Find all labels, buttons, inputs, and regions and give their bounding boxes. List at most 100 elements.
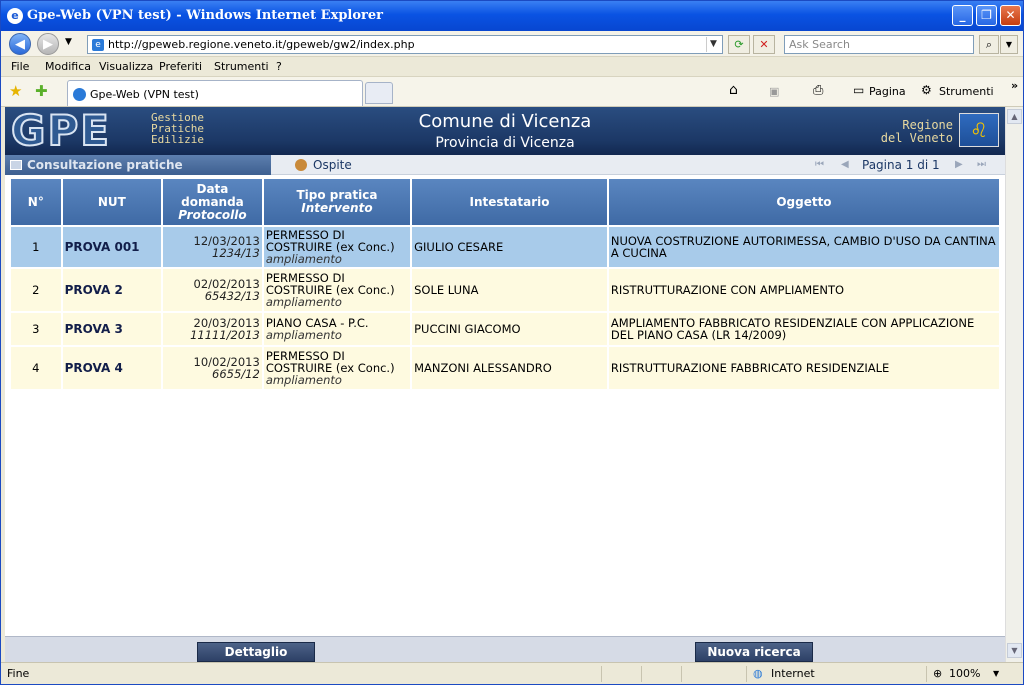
header-intervento: Intervento [301,201,373,215]
menu-visualizza[interactable]: Visualizza [99,60,153,73]
page-icon: e [92,39,104,51]
section-title: Consultazione pratiche [5,155,271,175]
row-num: 2 [11,269,61,311]
row-date: 12/03/2013 1234/13 [163,227,262,267]
security-zone: Internet [771,667,815,680]
table-row[interactable]: 1 PROVA 001 12/03/2013 1234/13 PERMESSO D… [11,227,999,267]
history-dropdown-icon[interactable]: ▼ [65,37,72,47]
user-icon [295,159,307,171]
last-page-icon[interactable]: ⏭ [977,157,986,173]
row-tipo: PIANO CASA - P.C. ampliamento [263,313,411,345]
menu-file[interactable]: File [11,60,29,73]
menu-help[interactable]: ? [276,60,282,73]
nuova-ricerca-button[interactable]: Nuova ricerca [695,642,813,662]
logo-sub-line: Edilizie [151,133,204,146]
table-row[interactable]: 4 PROVA 4 10/02/2013 6655/12 PERMESSO DI … [11,347,999,389]
row-oggetto: RISTRUTTURAZIONE CON AMPLIAMENTO [608,269,999,311]
row-tipo: PERMESSO DI COSTRUIRE (ex Conc.) ampliame… [263,227,411,267]
vertical-scrollbar[interactable]: ▲ ▼ [1005,107,1023,662]
home-icon[interactable]: ⌂ [729,82,738,98]
veneto-lion-logo-icon: ♌ [959,113,999,147]
header-nut[interactable]: NUT [62,179,162,225]
dettaglio-button[interactable]: Dettaglio [197,642,315,662]
navigation-bar: ◀ ▶ ▼ e http://gpeweb.regione.veneto.it/… [1,31,1023,57]
maximize-button[interactable]: ❐ [976,5,997,26]
prev-page-icon[interactable]: ◀ [841,157,849,173]
menu-strumenti[interactable]: Strumenti [214,60,269,73]
tab-title: Gpe-Web (VPN test) [90,88,199,101]
row-tipo: PERMESSO DI COSTRUIRE (ex Conc.) ampliame… [263,269,411,311]
title-bar: e Gpe-Web (VPN test) - Windows Internet … [1,1,1023,31]
row-nut: PROVA 2 [62,269,162,311]
minimize-button[interactable]: _ [952,5,973,26]
search-input[interactable]: Ask Search [784,35,974,54]
pratiche-table: N° NUT Data domanda Protocollo Tipo pratic… [9,177,1001,391]
row-intervento: ampliamento [265,373,342,387]
tab-gpe-web[interactable]: Gpe-Web (VPN test) [67,80,363,106]
first-page-icon[interactable]: ⏮ [815,157,824,173]
status-divider [746,666,747,682]
address-url: http://gpeweb.regione.veneto.it/gpeweb/g… [108,38,415,51]
row-intervento: ampliamento [265,252,342,266]
header-protocollo: Protocollo [178,207,247,222]
regione-line: del Veneto [880,131,953,145]
menu-preferiti[interactable]: Preferiti [159,60,202,73]
action-bar: Dettaglio Nuova ricerca [5,636,1005,662]
status-divider [601,666,602,682]
zoom-level[interactable]: 100% [949,667,980,680]
window-title: Gpe-Web (VPN test) - Windows Internet Ex… [27,8,383,23]
menu-bar: File Modifica Visualizza Preferiti Strum… [1,57,1023,77]
row-nut: PROVA 4 [62,347,162,389]
refresh-icon[interactable]: ⟳ [728,35,750,54]
page-menu-icon: ▭ [853,83,865,97]
search-options-icon[interactable]: ▼ [1000,35,1018,54]
add-favorite-icon[interactable]: ✚ [35,82,48,100]
status-text: Fine [7,667,30,680]
row-num: 4 [11,347,61,389]
favorites-star-icon[interactable]: ★ [9,82,22,100]
tools-menu-button[interactable]: Strumenti [939,85,994,98]
close-button[interactable]: ✕ [1000,5,1021,26]
row-nut: PROVA 3 [62,313,162,345]
row-tipo-pratica: PERMESSO DI COSTRUIRE (ex Conc.) [265,228,395,254]
menu-modifica[interactable]: Modifica [45,60,91,73]
gpe-logo: GPE [10,106,111,155]
header-data-line: Data [196,181,229,196]
page-menu-button[interactable]: Pagina [869,85,906,98]
header-tipo[interactable]: Tipo pratica Intervento [263,179,411,225]
header-num[interactable]: N° [11,179,61,225]
new-tab-button[interactable] [365,82,393,104]
address-bar[interactable]: e http://gpeweb.regione.veneto.it/gpeweb… [87,35,723,54]
row-protocollo: 1234/13 [212,246,260,260]
table-row[interactable]: 3 PROVA 3 20/03/2013 11111/2013 PIANO CAS… [11,313,999,345]
address-dropdown-icon[interactable]: ▼ [706,37,720,52]
back-arrow-icon[interactable]: ◀ [9,33,31,55]
page-indicator: Pagina 1 di 1 [862,158,940,172]
print-icon[interactable]: ⎙ [813,83,823,98]
gpe-logo-subtitle: Gestione Pratiche Edilizie [151,112,204,145]
scroll-up-icon[interactable]: ▲ [1007,109,1022,124]
table-row[interactable]: 2 PROVA 2 02/02/2013 65432/13 PERMESSO DI… [11,269,999,311]
globe-icon: ◍ [753,667,763,680]
search-icon[interactable]: ⌕ [979,35,999,54]
row-tipo-pratica: PERMESSO DI COSTRUIRE (ex Conc.) [265,271,395,297]
next-page-icon[interactable]: ▶ [955,157,963,173]
provincia-subtitle: Provincia di Vicenza [435,135,575,151]
user-name: Ospite [313,158,352,172]
header-data[interactable]: Data domanda Protocollo [163,179,262,225]
row-protocollo: 11111/2013 [190,328,260,342]
header-intestatario[interactable]: Intestatario [412,179,607,225]
status-divider [926,666,927,682]
forward-arrow-icon[interactable]: ▶ [37,33,59,55]
section-title-label: Consultazione pratiche [27,158,183,172]
gpe-header-banner: GPE Gestione Pratiche Edilizie Comune di… [5,107,1005,155]
toolbar-overflow-button[interactable]: » [1011,79,1018,92]
feeds-icon[interactable]: ▣ [769,85,779,98]
row-oggetto: AMPLIAMENTO FABBRICATO RESIDENZIALE CON … [608,313,999,345]
stop-icon[interactable]: ✕ [753,35,775,54]
zoom-dropdown-icon[interactable]: ▼ [993,669,999,678]
row-intestatario: SOLE LUNA [412,269,607,311]
ie-logo-icon: e [7,8,23,24]
header-oggetto[interactable]: Oggetto [608,179,999,225]
scroll-down-icon[interactable]: ▼ [1007,643,1022,658]
